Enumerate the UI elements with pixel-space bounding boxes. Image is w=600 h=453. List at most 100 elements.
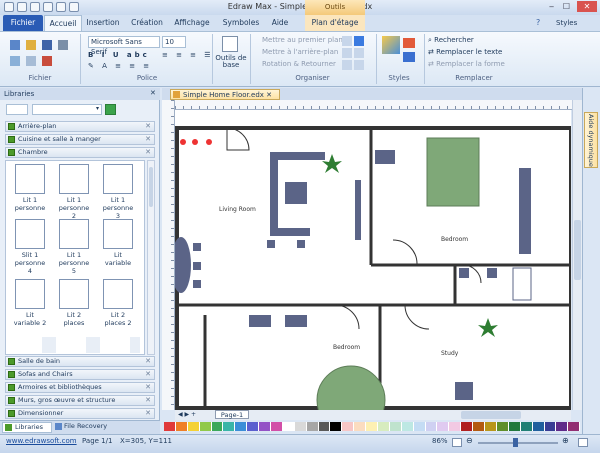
color-swatch[interactable] bbox=[401, 422, 414, 431]
color-swatch[interactable] bbox=[413, 422, 426, 431]
color-swatch[interactable] bbox=[247, 422, 260, 431]
color-swatch[interactable] bbox=[485, 422, 497, 431]
color-swatch[interactable] bbox=[568, 422, 581, 431]
help-icon[interactable]: ? bbox=[536, 18, 546, 28]
fullscreen-icon[interactable] bbox=[578, 438, 588, 447]
color-swatch[interactable] bbox=[389, 422, 402, 431]
color-swatch[interactable] bbox=[473, 422, 486, 431]
category-close-icon[interactable]: ✕ bbox=[145, 370, 151, 379]
rotate-flip-button[interactable]: Rotation & Retourner bbox=[262, 60, 336, 68]
tab-plan-etage[interactable]: Plan d'étage bbox=[305, 15, 365, 31]
color-swatch[interactable] bbox=[461, 422, 474, 431]
font-style-buttons[interactable]: B I U abc bbox=[88, 51, 150, 59]
save-disk-icon[interactable] bbox=[42, 40, 52, 50]
category-cuisine[interactable]: Cuisine et salle à manger ✕ bbox=[5, 134, 155, 145]
color-swatch[interactable] bbox=[164, 422, 176, 431]
drawing-canvas[interactable]: Living Room Bedroom Bedroom Study bbox=[175, 110, 571, 410]
category-chambre[interactable]: Chambre ✕ bbox=[5, 147, 155, 158]
font-size-combo[interactable]: 10 bbox=[162, 36, 186, 48]
remplacer-forme-button[interactable]: ⇄ Remplacer la forme bbox=[428, 60, 505, 68]
color-swatch[interactable] bbox=[175, 422, 188, 431]
library-view-dropdown[interactable] bbox=[6, 104, 28, 115]
category-close-icon[interactable]: ✕ bbox=[145, 357, 151, 366]
tab-creation[interactable]: Création bbox=[128, 15, 166, 31]
pointer-tool-icon[interactable] bbox=[222, 36, 238, 52]
tab-libraries[interactable]: Libraries bbox=[2, 422, 52, 433]
bring-to-front-button[interactable]: Mettre au premier plan bbox=[262, 36, 343, 44]
color-swatch[interactable] bbox=[223, 422, 236, 431]
fit-page-icon[interactable] bbox=[452, 438, 462, 447]
remplacer-texte-button[interactable]: ⇄ Remplacer le texte bbox=[428, 48, 502, 56]
category-close-icon[interactable]: ✕ bbox=[145, 135, 151, 144]
color-swatch[interactable] bbox=[211, 422, 224, 431]
library-go-icon[interactable] bbox=[105, 104, 116, 115]
tab-aide[interactable]: Aide bbox=[266, 15, 294, 31]
tab-insertion[interactable]: Insertion bbox=[85, 15, 121, 31]
color-swatch[interactable] bbox=[282, 422, 295, 431]
color-swatch[interactable] bbox=[437, 422, 450, 431]
color-swatch[interactable] bbox=[532, 422, 545, 431]
color-swatch[interactable] bbox=[508, 422, 521, 431]
outils-de-base-button[interactable]: Outils de base bbox=[214, 55, 248, 69]
category-salle-de-bain[interactable]: Salle de bain ✕ bbox=[5, 356, 155, 367]
color-swatch[interactable] bbox=[425, 422, 438, 431]
document-tab[interactable]: Simple Home Floor.edx ✕ bbox=[170, 89, 280, 100]
color-swatch[interactable] bbox=[342, 422, 355, 431]
color-swatch[interactable] bbox=[318, 422, 331, 431]
close-doc-icon[interactable] bbox=[42, 56, 52, 66]
category-sofas[interactable]: Sofas and Chairs ✕ bbox=[5, 369, 155, 380]
shape-slit-1-personne-4[interactable]: Slit 1 personne 4 bbox=[12, 219, 48, 275]
open-folder-icon[interactable] bbox=[26, 40, 36, 50]
shape-lit-1-personne[interactable]: Lit 1 personne bbox=[12, 164, 48, 214]
font-name-combo[interactable]: Microsoft Sans Serif bbox=[88, 36, 160, 56]
zoom-slider-thumb[interactable] bbox=[513, 438, 518, 447]
color-swatch[interactable] bbox=[235, 422, 248, 431]
website-link[interactable]: www.edrawsoft.com bbox=[6, 437, 77, 445]
zoom-in-icon[interactable]: ⊕ bbox=[562, 436, 569, 445]
shape-lit-variable-2[interactable]: Lit variable 2 bbox=[12, 279, 48, 329]
category-close-icon[interactable]: ✕ bbox=[145, 383, 151, 392]
tab-fichier[interactable]: Fichier bbox=[3, 15, 43, 31]
tab-file-recovery[interactable]: File Recovery bbox=[54, 422, 110, 433]
font-color-buttons[interactable]: ✎ A ≡ ≡ ≡ bbox=[88, 62, 152, 70]
zoom-out-icon[interactable]: ⊖ bbox=[466, 436, 473, 445]
shape-lit-1-personne-2[interactable]: Lit 1 personne 2 bbox=[56, 164, 92, 220]
tab-affichage[interactable]: Affichage bbox=[172, 15, 212, 31]
color-swatch[interactable] bbox=[520, 422, 533, 431]
color-swatch[interactable] bbox=[199, 422, 212, 431]
print-icon[interactable] bbox=[58, 40, 68, 50]
color-swatch[interactable] bbox=[306, 422, 319, 431]
color-swatch[interactable] bbox=[556, 422, 569, 431]
color-swatch[interactable] bbox=[496, 422, 509, 431]
new-doc-icon[interactable] bbox=[10, 40, 20, 50]
shape-lit-2-places[interactable]: Lit 2 places bbox=[56, 279, 92, 329]
color-swatch[interactable] bbox=[294, 422, 307, 431]
category-dimensionner[interactable]: Dimensionner ✕ bbox=[5, 408, 155, 419]
shape-lit-1-personne-3[interactable]: Lit 1 personne 3 bbox=[100, 164, 136, 220]
library-search-dropdown[interactable]: ▾ bbox=[32, 104, 102, 115]
category-close-icon[interactable]: ✕ bbox=[145, 409, 151, 418]
send-to-back-button[interactable]: Mettre à l'arrière-plan bbox=[262, 48, 338, 56]
category-armoires[interactable]: Armoires et bibliothèques ✕ bbox=[5, 382, 155, 393]
print-preview-icon[interactable] bbox=[26, 56, 36, 66]
fill-color-icon[interactable] bbox=[403, 38, 415, 48]
color-swatch[interactable] bbox=[271, 422, 283, 431]
category-murs[interactable]: Murs, gros œuvre et structure ✕ bbox=[5, 395, 155, 406]
color-swatch[interactable] bbox=[330, 422, 343, 431]
dynamic-help-tab[interactable]: Aide dynamique bbox=[584, 112, 598, 168]
tab-accueil[interactable]: Accueil bbox=[44, 15, 82, 31]
page-tab[interactable]: Page-1 bbox=[215, 410, 249, 419]
export-icon[interactable] bbox=[10, 56, 20, 66]
zoom-slider[interactable] bbox=[478, 442, 558, 444]
close-icon[interactable]: ✕ bbox=[577, 1, 597, 12]
line-color-icon[interactable] bbox=[403, 52, 415, 62]
color-swatch[interactable] bbox=[354, 422, 367, 431]
align-tools-grid[interactable] bbox=[342, 36, 372, 70]
minimize-icon[interactable]: ‒ bbox=[545, 1, 558, 12]
shape-lit-2-places-2[interactable]: Lit 2 places 2 bbox=[100, 279, 136, 329]
align-buttons[interactable]: ≡ ≡ ≡ ☰ bbox=[162, 51, 214, 59]
page-nav-buttons[interactable]: ◀ ▶ + bbox=[178, 410, 212, 420]
vertical-scrollbar[interactable] bbox=[572, 100, 582, 410]
rechercher-button[interactable]: ⌕ Rechercher bbox=[428, 36, 474, 45]
category-close-icon[interactable]: ✕ bbox=[145, 122, 151, 131]
